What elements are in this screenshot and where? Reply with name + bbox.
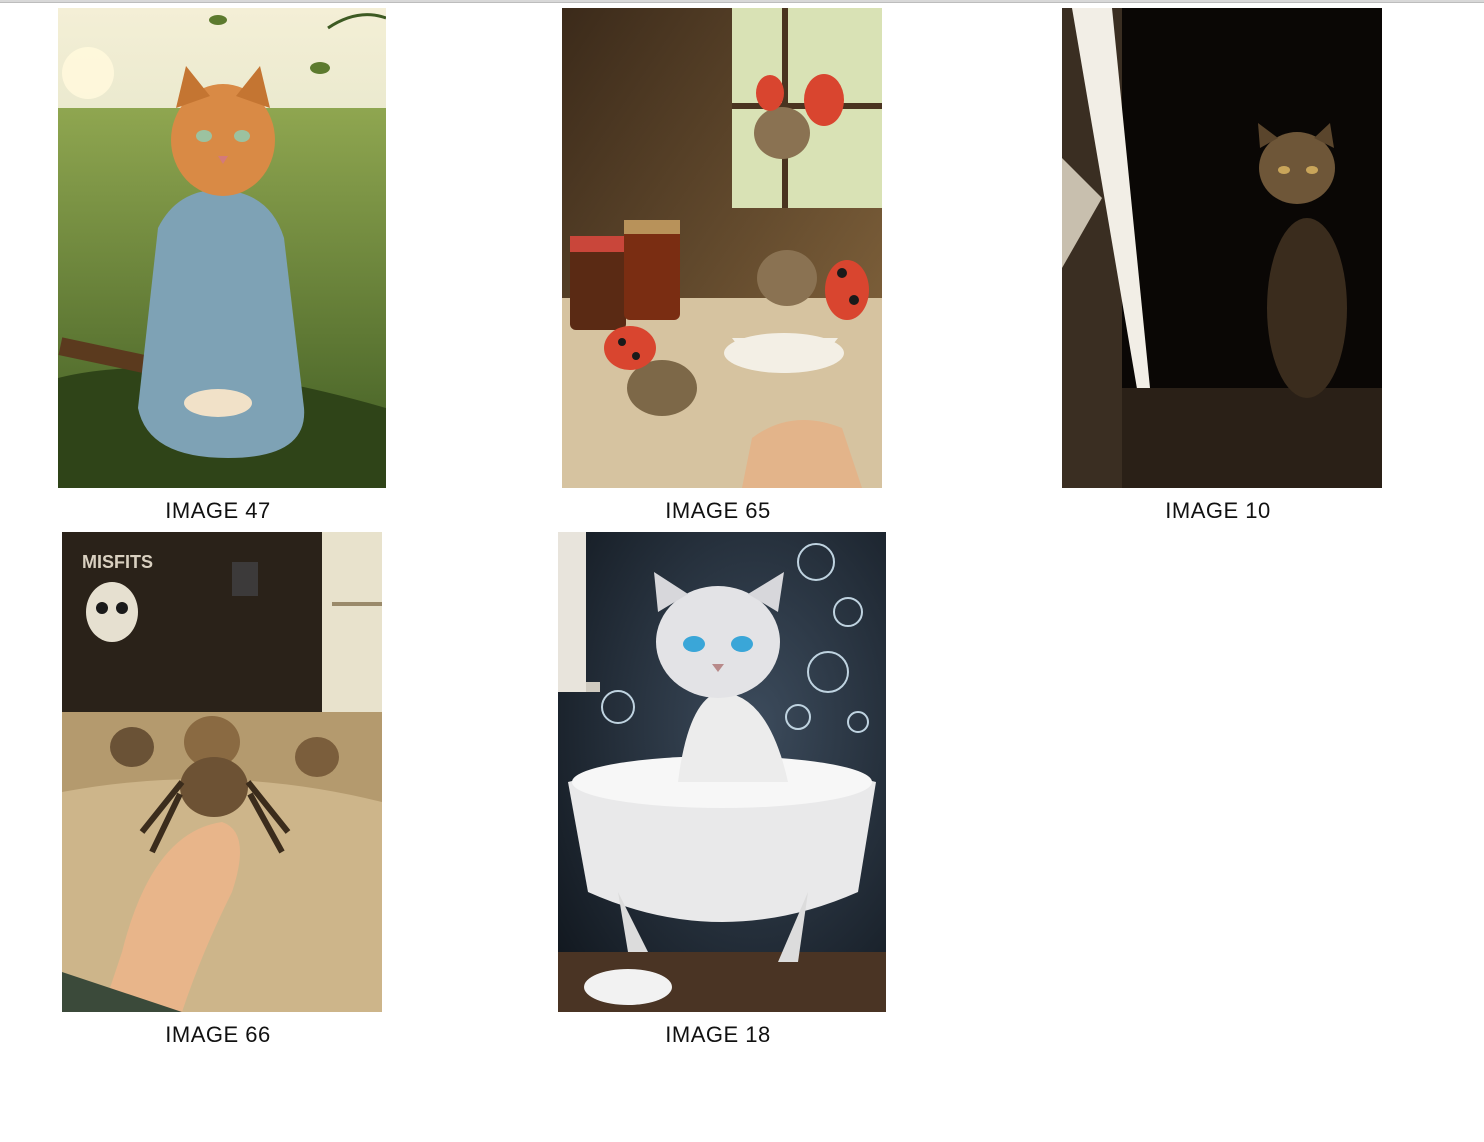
image-gallery: IMAGE 47 IMAGE 65 IMAGE 10 MISFITS IMAGE… (0, 0, 1484, 1142)
image-caption: IMAGE 66 (165, 1022, 271, 1047)
image-caption: IMAGE 18 (665, 1022, 771, 1047)
image-caption: IMAGE 65 (665, 498, 771, 523)
ladybug-kittens-image[interactable] (562, 8, 882, 488)
gallery-item-66[interactable]: MISFITS IMAGE 66 (0, 532, 448, 1056)
gallery-item-18[interactable]: IMAGE 18 (488, 532, 948, 1056)
gallery-item-10[interactable]: IMAGE 10 (988, 8, 1448, 532)
bubble-cat-bathtub-image[interactable] (558, 532, 886, 1012)
image-caption: IMAGE 47 (165, 498, 271, 523)
gallery-item-65[interactable]: IMAGE 65 (488, 8, 948, 532)
gallery-item-47[interactable]: IMAGE 47 (0, 8, 448, 532)
image-caption: IMAGE 10 (1165, 498, 1271, 523)
cat-in-blue-dress-image[interactable] (58, 8, 386, 488)
poster-text: MISFITS (82, 552, 153, 572)
tabby-cat-doorway-image[interactable] (1062, 8, 1382, 488)
spider-kittens-image[interactable]: MISFITS (62, 532, 382, 1012)
